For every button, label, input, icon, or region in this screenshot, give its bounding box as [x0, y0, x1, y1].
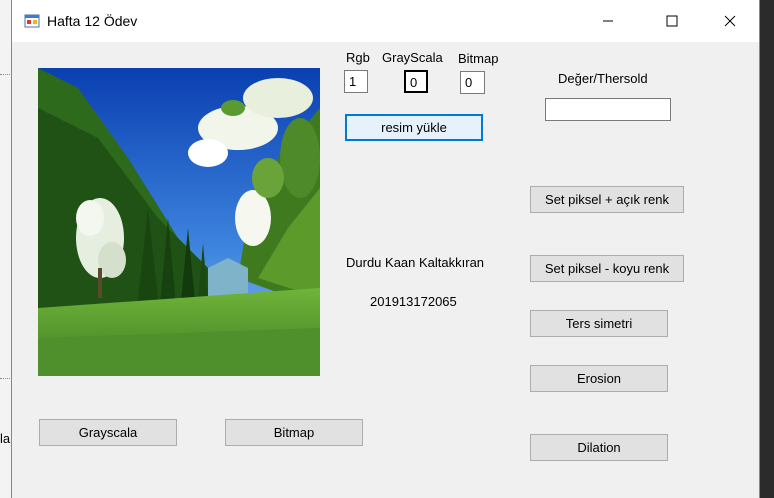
rgb-field[interactable]: 1	[344, 70, 368, 93]
title-bar[interactable]: Hafta 12 Ödev	[12, 0, 759, 42]
close-button[interactable]	[701, 0, 759, 42]
set-pixel-dark-button[interactable]: Set piksel - koyu renk	[530, 255, 684, 282]
threshold-field[interactable]	[545, 98, 671, 121]
reverse-symmetry-button[interactable]: Ters simetri	[530, 310, 668, 337]
erosion-button[interactable]: Erosion	[530, 365, 668, 392]
bitmap-button[interactable]: Bitmap	[225, 419, 363, 446]
close-icon	[724, 15, 736, 27]
image-preview	[38, 68, 320, 376]
form-window: Hafta 12 Ödev Rgb GrayScala Bitmap Değer…	[11, 0, 760, 498]
set-pixel-light-button[interactable]: Set piksel + açık renk	[530, 186, 684, 213]
grayscala-label: GrayScala	[382, 50, 443, 65]
maximize-button[interactable]	[643, 0, 701, 42]
bitmap-label: Bitmap	[458, 51, 499, 66]
background-text-fragment: la	[0, 431, 11, 446]
grayscala-field[interactable]: 0	[404, 70, 428, 93]
minimize-button[interactable]	[579, 0, 637, 42]
minimize-icon	[603, 20, 613, 22]
student-id: 201913172065	[370, 294, 457, 309]
window-title: Hafta 12 Ödev	[47, 13, 138, 29]
rgb-label: Rgb	[346, 50, 370, 65]
app-window-icon	[24, 14, 40, 28]
maximize-icon	[666, 15, 678, 27]
load-image-button[interactable]: resim yükle	[345, 114, 483, 141]
author-name: Durdu Kaan Kaltakkıran	[346, 255, 485, 270]
threshold-label: Değer/Thersold	[558, 71, 648, 86]
bitmap-field[interactable]: 0	[460, 71, 485, 94]
background-right-panel	[760, 0, 774, 498]
grayscale-button[interactable]: Grayscala	[39, 419, 177, 446]
dilation-button[interactable]: Dilation	[530, 434, 668, 461]
